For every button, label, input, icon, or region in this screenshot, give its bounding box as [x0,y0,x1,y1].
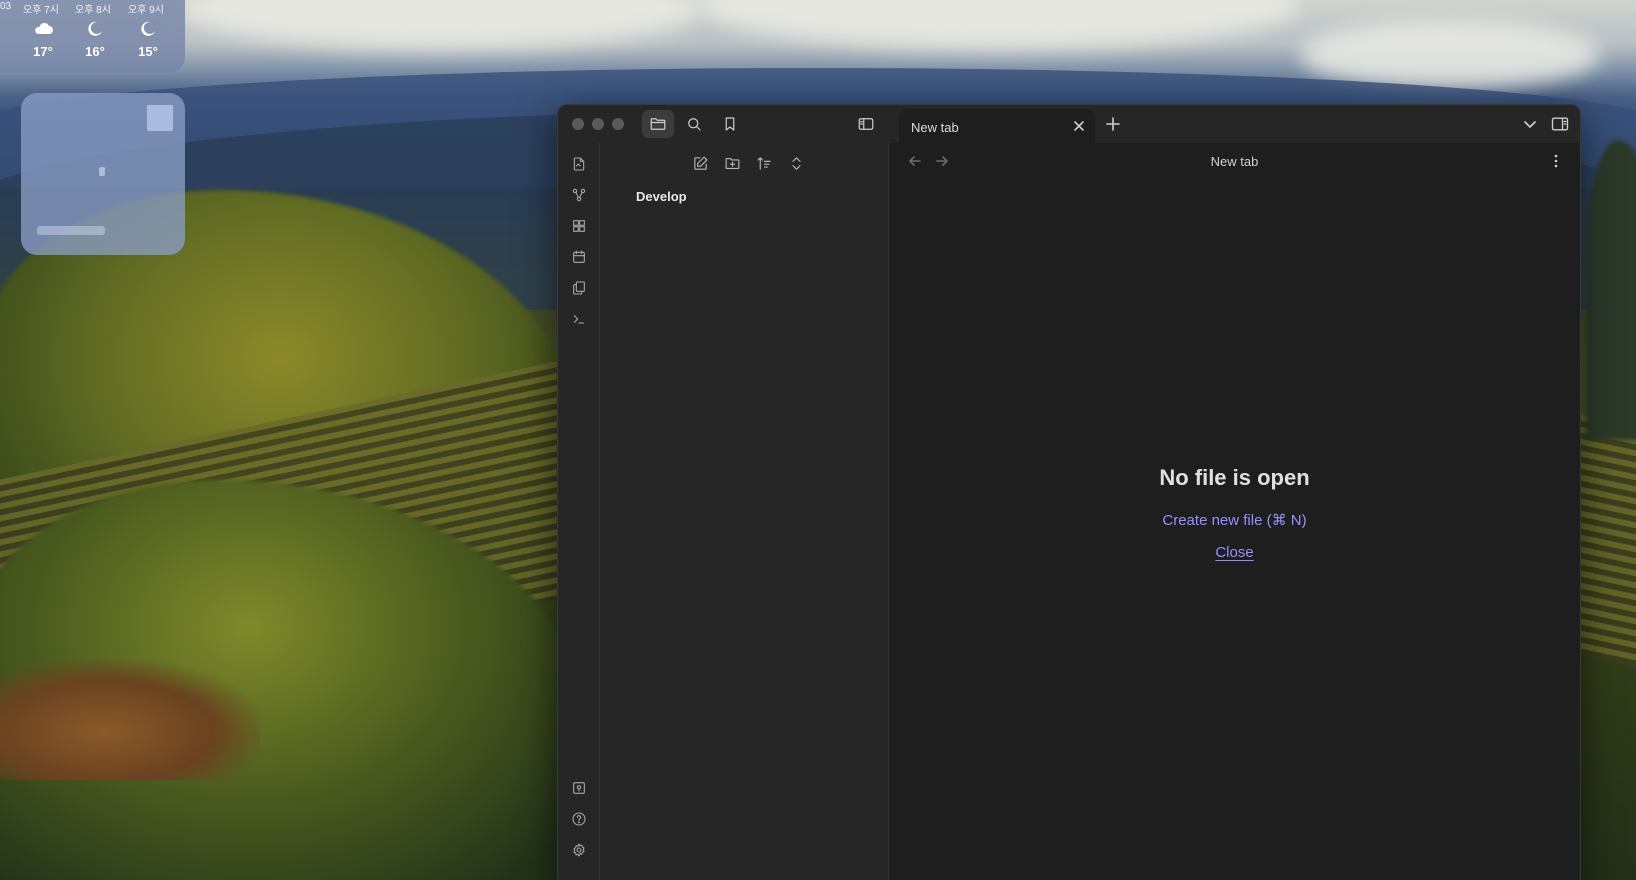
vault-switcher-icon [573,782,585,794]
desktop-widget[interactable] [21,93,185,255]
more-options-button[interactable] [1548,153,1564,169]
templates-icon [573,281,585,295]
ribbon-daily-note[interactable] [566,244,592,270]
ribbon-command-palette[interactable] [566,306,592,332]
tab-title: New tab [911,120,959,135]
zoom-window-button[interactable] [612,118,624,130]
window-controls [572,118,624,130]
ribbon-quick-switcher[interactable] [566,151,592,177]
search-icon [688,118,701,131]
search-button[interactable] [678,110,710,138]
close-window-button[interactable] [572,118,584,130]
weather-hour-label: 오후 8시 [75,5,111,16]
widget-placeholder-square [147,105,173,131]
weather-hour-cell: 15° [128,20,168,59]
view-header: New tab [889,143,1580,179]
tab-new-tab[interactable]: New tab [899,109,1095,143]
create-new-file-link[interactable]: Create new file (⌘ N) [1162,511,1306,529]
tab-list-button[interactable] [1522,116,1538,132]
new-folder-button[interactable] [720,151,744,175]
file-explorer-toolbar [688,151,808,175]
new-tab-button[interactable] [1104,115,1122,133]
app-window: Develop New tab New tab No file is open … [557,104,1581,880]
ribbon-settings[interactable] [566,837,592,863]
tab-bar: New tab [889,105,1580,143]
weather-hour-partial: 03 [0,1,12,12]
close-link[interactable]: Close [1215,544,1253,561]
help-icon [572,812,586,826]
bookmarks-button[interactable] [714,110,746,138]
graph-view-icon [572,188,586,202]
more-vertical-icon [1554,154,1558,168]
widget-placeholder-bar [37,226,105,235]
right-sidebar-toggle[interactable] [1550,114,1570,134]
weather-temp: 17° [33,44,53,59]
file-explorer-button[interactable] [642,110,674,138]
ribbon [558,143,600,880]
plus-icon [1106,117,1120,131]
weather-hour-cell: 17° [23,20,63,59]
moon-icon [128,20,168,40]
sidebar-toggle-icon [858,118,874,130]
sort-icon [757,156,771,170]
open-quick-switcher-icon [573,157,585,171]
folder-icon [650,118,666,130]
bookmark-icon [725,117,735,131]
vault-name[interactable]: Develop [636,189,687,204]
empty-state-title: No file is open [1159,465,1310,490]
ribbon-vault-switcher[interactable] [566,775,592,801]
collapse-all-icon [791,156,801,170]
command-palette-icon [573,315,585,324]
daily-note-icon [573,250,585,263]
ribbon-graph-view[interactable] [566,182,592,208]
ribbon-templates[interactable] [566,275,592,301]
minimize-window-button[interactable] [592,118,604,130]
moon-icon [75,20,115,40]
ribbon-help[interactable] [566,806,592,832]
cloudy-night-icon [23,20,63,40]
weather-widget[interactable]: 03 오후 7시 오후 8시 오후 9시 17° 16° 15° [0,0,185,73]
new-folder-icon [725,157,739,169]
close-icon [1074,121,1084,131]
weather-temp: 16° [85,44,105,59]
weather-hour-label: 오후 7시 [23,5,59,16]
weather-hour-cell: 16° [75,20,115,59]
widget-placeholder-dot [99,167,105,176]
new-note-icon [693,156,707,170]
left-sidebar-toggle[interactable] [850,110,882,138]
view-title: New tab [1210,154,1259,169]
empty-state: No file is open Create new file (⌘ N) Cl… [889,465,1580,562]
chevron-down-icon [1524,121,1536,129]
collapse-all-button[interactable] [784,151,808,175]
weather-hour-label: 오후 9시 [128,5,164,16]
sidebar-right-icon [1551,117,1569,131]
file-explorer-panel: Develop [600,143,889,880]
canvas-icon [573,220,585,232]
new-note-button[interactable] [688,151,712,175]
ribbon-canvas[interactable] [566,213,592,239]
weather-temp: 15° [138,44,158,59]
sort-button[interactable] [752,151,776,175]
tab-close-button[interactable] [1071,118,1087,134]
settings-icon [573,843,585,857]
